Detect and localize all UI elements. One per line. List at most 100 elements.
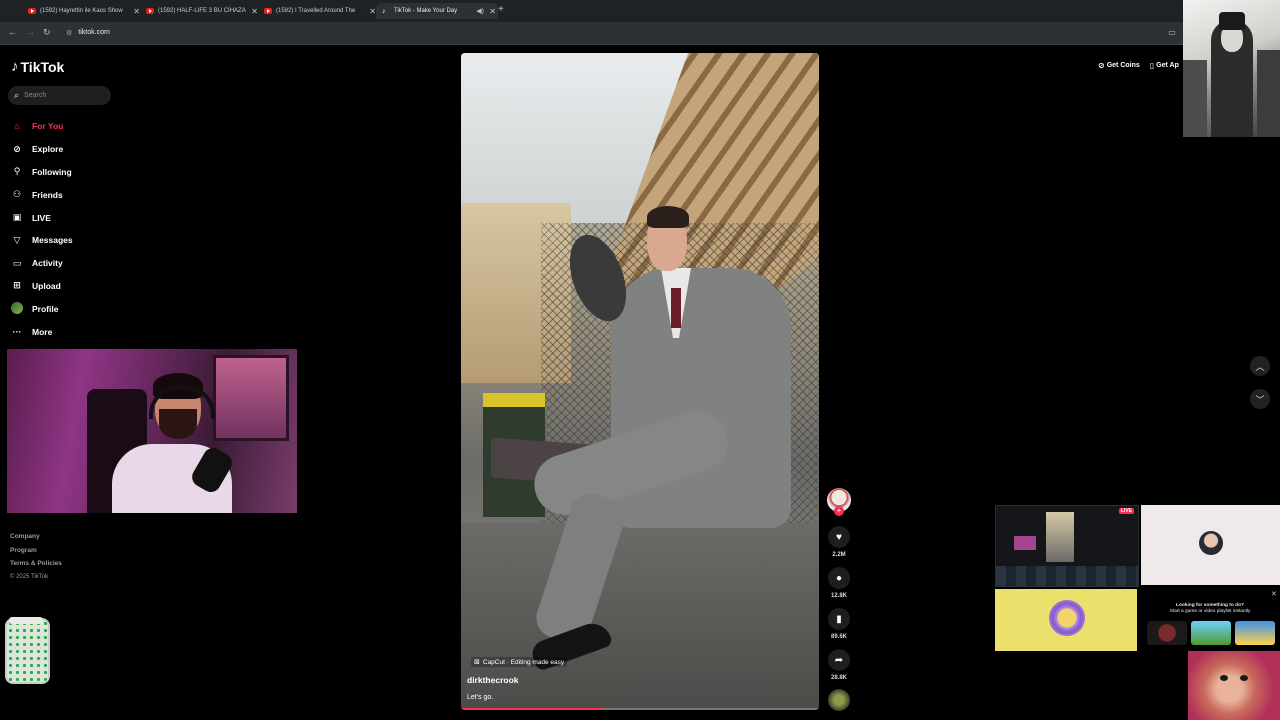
tab-title: (1592) HALF-LIFE 3 BU CİHAZA (158, 8, 246, 14)
share-button[interactable]: ➦ (828, 649, 850, 671)
capcut-tag[interactable]: ⊠ CapCut · Editing made easy (471, 657, 568, 667)
home-icon: ⌂ (14, 121, 20, 132)
live-tv-icon: ▣ (12, 212, 22, 223)
game-tile[interactable] (1147, 621, 1187, 645)
get-coins-label: Get Coins (1106, 62, 1140, 69)
close-tab-icon[interactable]: ✕ (369, 7, 376, 16)
like-count: 2.2M (832, 552, 846, 558)
sidebar-item-label: Upload (32, 280, 61, 291)
browser-tab[interactable]: (1592) Hayrettin ile Kaos Show ✕ (22, 3, 142, 19)
footer-link-program[interactable]: Program (10, 544, 62, 558)
live-badge: LIVE (1118, 508, 1134, 514)
capcut-label: CapCut · Editing made easy (482, 658, 565, 666)
close-icon[interactable]: ✕ (1271, 590, 1277, 598)
heart-icon: ♥ (836, 531, 842, 543)
save-button[interactable]: ▮ (828, 608, 850, 630)
chevron-down-icon: ﹀ (1255, 394, 1265, 405)
sidebar-item-live[interactable]: ▣ LIVE (10, 206, 73, 229)
stream-preview-thumbnail: LIVE (995, 505, 1139, 587)
close-tab-icon[interactable]: ✕ (489, 7, 496, 16)
comment-icon: ● (835, 572, 843, 584)
get-app-label: Get Ap (1156, 62, 1179, 69)
sidebar-item-profile[interactable]: Profile (10, 297, 73, 320)
search-input[interactable]: ⌕ Search (8, 86, 111, 105)
cartoon-thumbnail (995, 589, 1137, 651)
sidebar-item-friends[interactable]: ⚇ Friends (10, 183, 73, 206)
footer-link-company[interactable]: Company (10, 530, 62, 544)
browser-tab-active[interactable]: ♪ TikTok - Make Your Day ◀) ✕ (376, 3, 498, 19)
close-tab-icon[interactable]: ✕ (251, 7, 258, 16)
music-disc-icon[interactable] (828, 689, 850, 711)
chevron-up-icon: ︿ (1255, 361, 1265, 372)
sidebar-item-messages[interactable]: ▽ Messages (10, 229, 73, 252)
sidebar-item-following[interactable]: ⚲ Following (10, 161, 73, 184)
site-info-icon[interactable]: ⚙ (66, 29, 72, 37)
video-player[interactable]: ⊠ CapCut · Editing made easy dirkthecroo… (461, 53, 819, 710)
comment-count: 12.8K (830, 593, 847, 599)
youtube-icon (28, 8, 36, 14)
creator-avatar[interactable]: + (827, 488, 851, 516)
get-app-button[interactable]: ▯ Get Ap (1150, 61, 1179, 70)
browser-tab[interactable]: (1592) HALF-LIFE 3 BU CİHAZA ✕ (140, 3, 260, 19)
playables-panel: Looking for something to do? Start a gam… (1148, 603, 1272, 615)
sidebar-item-label: Explore (32, 144, 64, 155)
share-count: 28.8K (830, 675, 847, 681)
sidebar-item-more[interactable]: ··· More (10, 320, 73, 343)
video-actions: + ♥ 2.2M ● 12.8K ▮ 89.6K ➦ 28.8K (826, 488, 852, 711)
next-video-button[interactable]: ﹀ (1250, 389, 1270, 409)
candy-jar-overlay (5, 617, 50, 684)
browser-tab[interactable]: (1592) I Travelled Around The ✕ (258, 3, 378, 19)
sidebar-item-label: More (32, 326, 53, 337)
sidebar-item-label: Following (32, 166, 72, 177)
search-placeholder: Search (24, 92, 47, 99)
send-icon: ▽ (13, 234, 21, 245)
tab-audio-icon[interactable]: ◀) (476, 7, 484, 15)
follow-plus-icon[interactable]: + (834, 506, 844, 516)
back-icon[interactable]: ← (8, 27, 17, 37)
url-text: tiktok.com (78, 29, 110, 36)
share-arrow-icon: ➦ (834, 654, 844, 666)
playables-game-list (1147, 621, 1275, 645)
reload-icon[interactable]: ↻ (43, 27, 51, 38)
historical-photo-overlay (1183, 0, 1280, 137)
coin-icon: ⊘ (1098, 61, 1105, 70)
sidebar-item-activity[interactable]: ▭ Activity (10, 252, 73, 275)
like-button[interactable]: ♥ (828, 526, 850, 548)
compass-icon: ⊘ (13, 143, 21, 154)
sidebar-item-upload[interactable]: ⊞ Upload (10, 275, 73, 298)
logo-text: TikTok (20, 58, 65, 75)
forward-icon[interactable]: → (26, 27, 35, 37)
sidebar-item-label: Messages (32, 235, 73, 246)
tiktok-logo[interactable]: ♪ TikTok (11, 58, 64, 75)
game-tile[interactable] (1191, 621, 1231, 645)
presenter-thumbnail (1141, 505, 1280, 585)
friends-icon: ⚇ (12, 189, 22, 200)
url-field[interactable]: ⚙ tiktok.com (60, 25, 1170, 40)
bookmark-icon: ▮ (836, 613, 842, 625)
capcut-icon: ⊠ (474, 659, 480, 666)
streamer-webcam (7, 349, 297, 513)
plus-square-icon: ⊞ (13, 280, 21, 291)
video-progress-bar[interactable] (461, 708, 819, 710)
sidebar-item-label: Friends (32, 189, 63, 200)
address-bar-row: ← → ↻ ⚙ tiktok.com ▭ ☆ (0, 22, 1280, 45)
footer-link-terms[interactable]: Terms & Policies (10, 557, 62, 571)
sidebar-item-explore[interactable]: ⊘ Explore (10, 138, 73, 161)
tab-title: (1592) Hayrettin ile Kaos Show (40, 8, 123, 14)
sidebar-item-for-you[interactable]: ⌂ For You (10, 115, 73, 138)
following-icon: ⚲ (13, 166, 21, 177)
cast-icon[interactable]: ▭ (1168, 28, 1176, 37)
get-coins-button[interactable]: ⊘ Get Coins (1098, 61, 1140, 70)
sidebar-nav: ⌂ For You ⊘ Explore ⚲ Following ⚇ Friend… (10, 115, 73, 343)
close-tab-icon[interactable]: ✕ (133, 7, 140, 16)
comment-button[interactable]: ● (828, 567, 850, 589)
game-tile[interactable] (1235, 621, 1275, 645)
video-author[interactable]: dirkthecrook (467, 675, 519, 685)
sidebar-item-label: Activity (32, 258, 63, 269)
profile-avatar (10, 301, 24, 316)
new-tab-button[interactable]: + (498, 4, 504, 15)
footer-copyright: © 2025 TikTok (10, 573, 49, 580)
browser-tab-strip: (1592) Hayrettin ile Kaos Show ✕ (1592) … (0, 0, 1280, 22)
previous-video-button[interactable]: ︿ (1250, 356, 1270, 376)
tab-title: (1592) I Travelled Around The (276, 8, 356, 14)
